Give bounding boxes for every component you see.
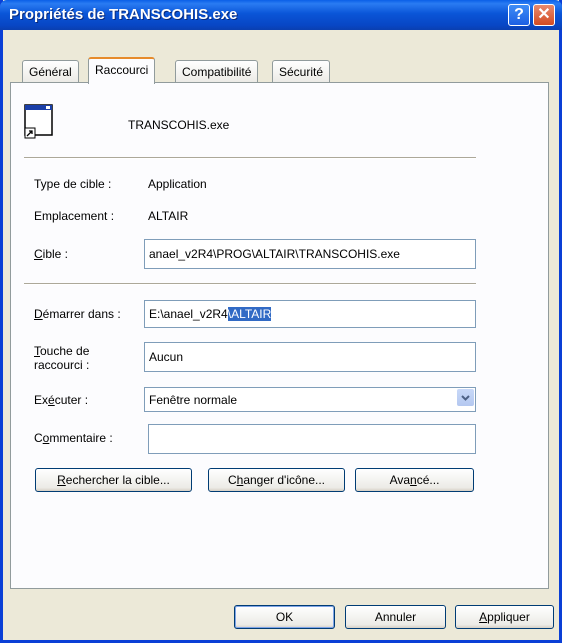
chevron-down-icon	[461, 395, 470, 401]
window-title: Propriétés de TRANSCOHIS.exe	[9, 6, 238, 23]
hotkey-input[interactable]: Aucun	[144, 342, 476, 372]
apply-button[interactable]: Appliquer	[455, 605, 554, 629]
advanced-button[interactable]: Avancé...	[355, 468, 474, 492]
dropdown-arrow[interactable]	[457, 389, 474, 406]
start-in-label-accel: D	[34, 307, 43, 321]
target-type-value: Application	[148, 177, 207, 191]
run-label: Exécuter :	[34, 393, 88, 407]
tab-raccourci[interactable]: Raccourci	[88, 57, 156, 84]
tab-securite[interactable]: Sécurité	[272, 60, 331, 82]
target-type-label: Type de cible :	[34, 177, 112, 191]
comment-label-pre: C	[34, 431, 43, 445]
target-label: Cible :	[34, 247, 68, 261]
ok-button[interactable]: OK	[234, 605, 335, 629]
cancel-button[interactable]: Annuler	[345, 605, 446, 629]
comment-label: Commentaire :	[34, 431, 113, 445]
run-label-accel: é	[48, 393, 55, 407]
start-in-input[interactable]: E:\anael_v2R4\ALTAIR	[144, 300, 476, 328]
run-label-text: cuter :	[54, 393, 89, 407]
apply-accel: A	[479, 610, 488, 624]
help-button[interactable]: ?	[508, 4, 530, 26]
start-in-label-text: émarrer dans :	[42, 307, 121, 321]
start-in-label: Démarrer dans :	[34, 307, 121, 321]
start-in-selected-text: \ALTAIR	[227, 307, 272, 321]
run-select[interactable]: Fenêtre normale	[144, 387, 476, 412]
close-button[interactable]: ✕	[533, 4, 555, 26]
separator-middle	[24, 283, 476, 285]
target-label-accel: C	[34, 247, 43, 261]
run-label-pre: Ex	[34, 393, 49, 407]
advanced-pre: Ava	[389, 473, 411, 487]
apply-text: ppliquer	[487, 610, 530, 624]
location-value: ALTAIR	[148, 209, 189, 223]
change-icon-pre: C	[227, 473, 237, 487]
application-icon	[24, 104, 53, 139]
file-name: TRANSCOHIS.exe	[128, 118, 230, 132]
find-target-accel: R	[57, 473, 66, 487]
advanced-accel: n	[410, 473, 417, 487]
target-label-text: ible :	[42, 247, 69, 261]
location-label: Emplacement :	[34, 209, 115, 223]
tab-compatibilite[interactable]: Compatibilité	[175, 60, 259, 82]
change-icon-text: anger d'icône...	[243, 473, 326, 487]
hotkey-label-line2: raccourci :	[34, 358, 90, 372]
tab-general[interactable]: Général	[22, 60, 79, 82]
separator-top	[24, 157, 476, 159]
comment-input[interactable]	[148, 424, 476, 454]
hotkey-label: Touche de	[34, 344, 89, 358]
advanced-text: cé...	[416, 473, 440, 487]
find-target-text: echercher la cible...	[65, 473, 170, 487]
change-icon-button[interactable]: Changer d'icône...	[208, 468, 345, 492]
find-target-button[interactable]: Rechercher la cible...	[35, 468, 192, 492]
target-input[interactable]: anael_v2R4\PROG\ALTAIR\TRANSCOHIS.exe	[144, 239, 476, 269]
title-bar[interactable]: Propriétés de TRANSCOHIS.exe ? ✕	[0, 0, 562, 30]
run-select-value: Fenêtre normale	[149, 393, 238, 407]
comment-label-text: mmentaire :	[49, 431, 113, 445]
start-in-value: E:\anael_v2R4	[149, 307, 228, 321]
hotkey-label-text: ouche de	[40, 344, 90, 358]
